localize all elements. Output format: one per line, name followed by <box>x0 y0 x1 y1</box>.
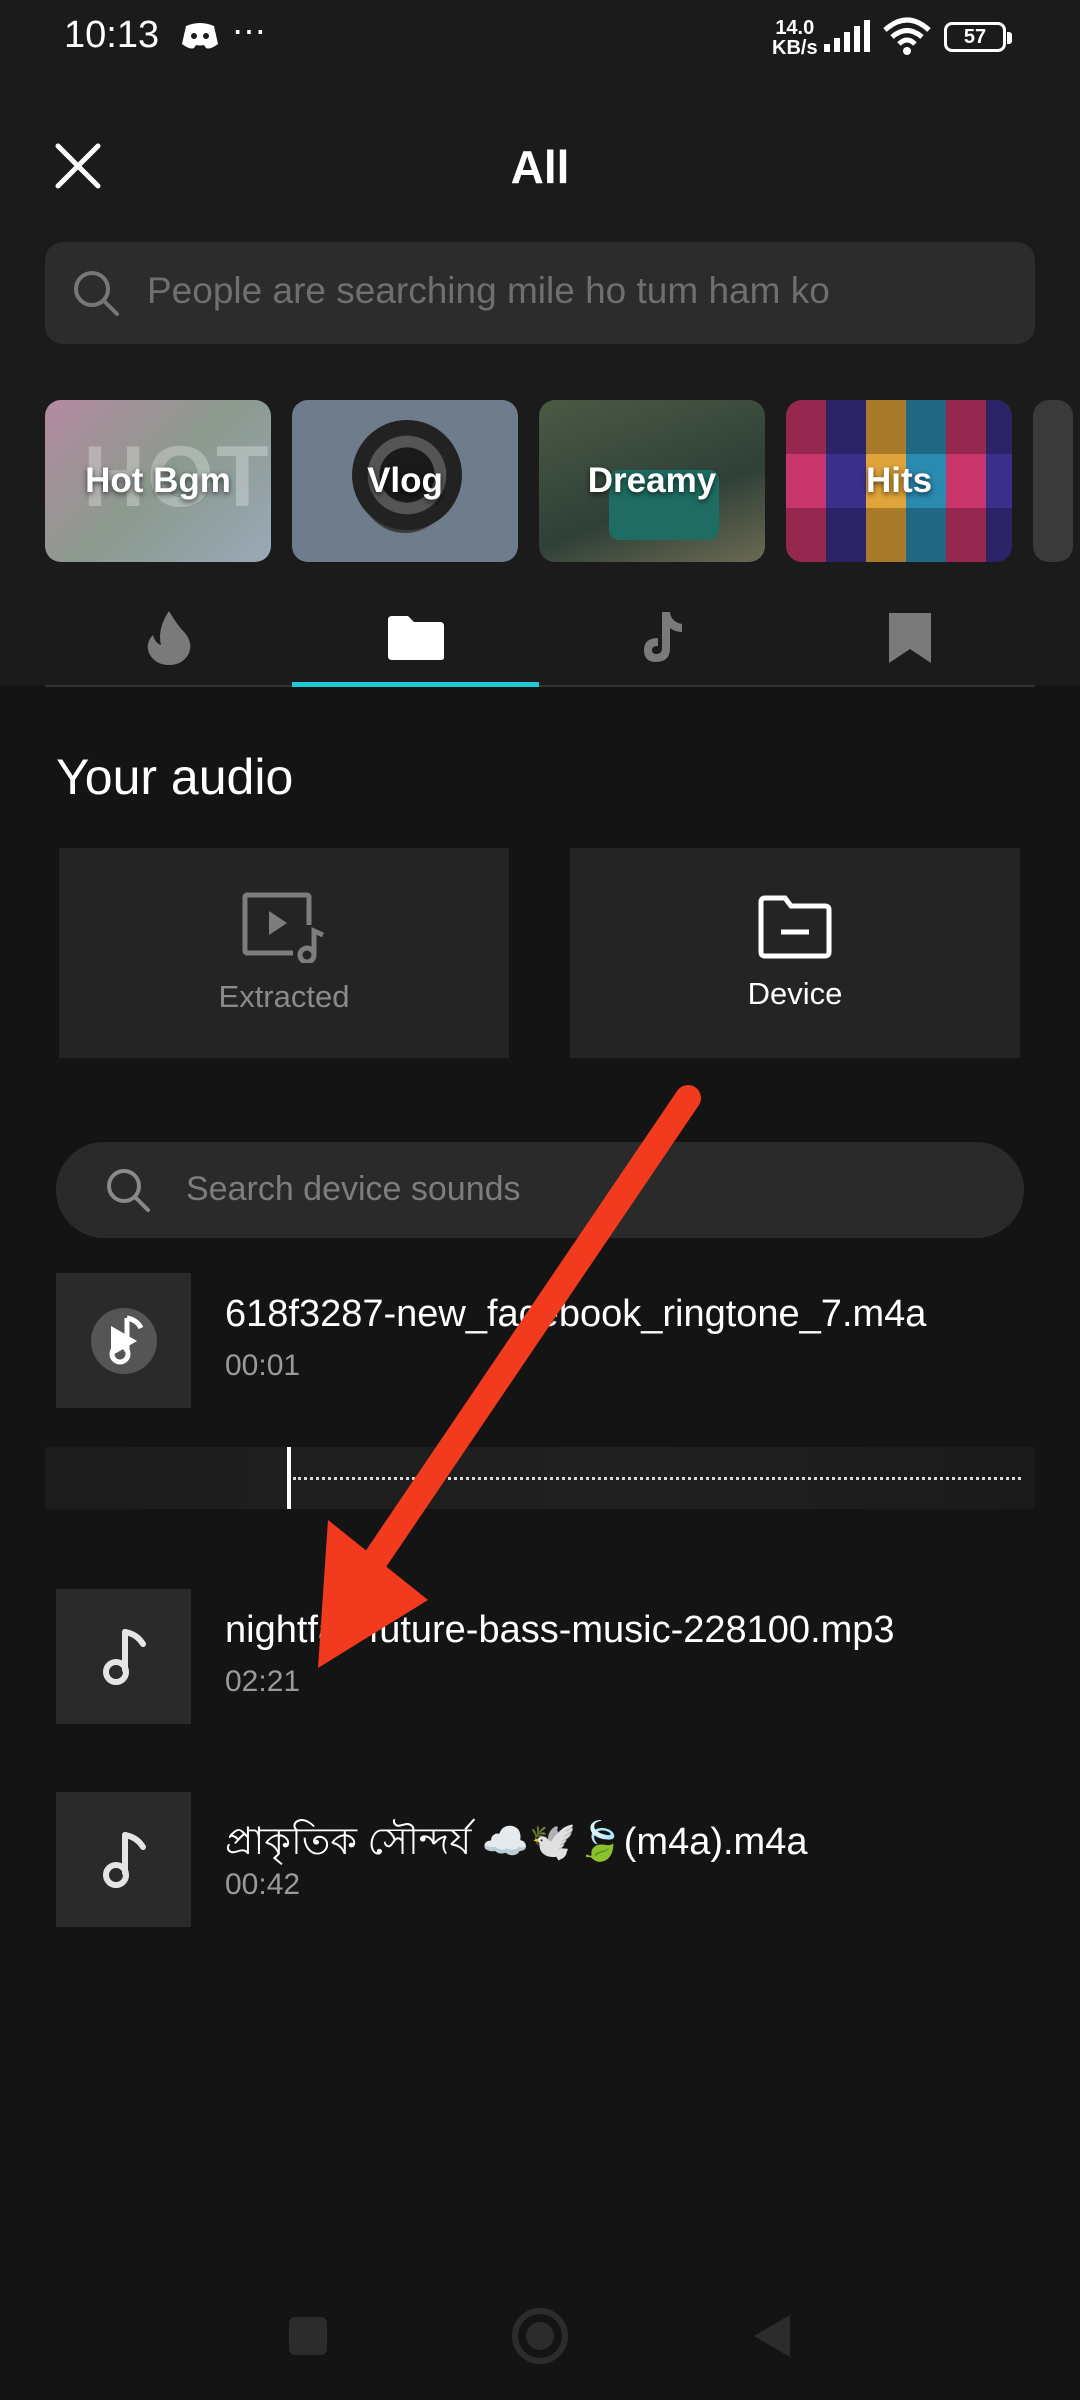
network-speed-unit: KB/s <box>772 37 818 59</box>
track-duration: 00:01 <box>225 1349 301 1382</box>
tab-tiktok[interactable] <box>539 590 786 685</box>
flame-icon <box>147 610 190 665</box>
search-placeholder: People are searching mile ho tum ham ko <box>147 270 830 311</box>
track-thumbnail <box>56 1589 191 1724</box>
extracted-audio-icon <box>242 892 327 963</box>
track-thumbnail <box>56 1273 191 1408</box>
back-button[interactable] <box>742 2306 802 2366</box>
tiktok-icon <box>643 611 682 662</box>
status-time: 10:13 <box>64 14 160 56</box>
extracted-label: Extracted <box>218 979 350 1014</box>
category-label: Hot Bgm <box>85 461 231 500</box>
category-label: Vlog <box>367 461 443 500</box>
playhead[interactable] <box>287 1447 291 1509</box>
system-navigation-bar <box>0 2270 1080 2400</box>
back-triangle-icon <box>754 2315 790 2357</box>
track-item[interactable]: প্রাকৃতিক সৌন্দর্য ☁️🕊️🍃(m4a).m4a 00:42 <box>56 1792 1024 1928</box>
device-button[interactable]: Device <box>570 848 1020 1058</box>
category-card-partial[interactable] <box>1033 400 1073 562</box>
music-note-icon <box>102 1628 146 1685</box>
folder-icon <box>387 615 444 660</box>
recents-button[interactable] <box>278 2306 338 2366</box>
category-card-hot-bgm[interactable]: Hot Bgm <box>45 400 271 562</box>
category-label: Dreamy <box>587 461 717 500</box>
extracted-button[interactable]: Extracted <box>59 848 509 1058</box>
tab-folder[interactable] <box>292 590 539 687</box>
battery-indicator: 57 <box>944 22 1012 52</box>
status-bar: 10:13 ⋯ 14.0 KB/s 57 <box>0 0 1080 100</box>
category-card-dreamy[interactable]: Dreamy <box>539 400 765 562</box>
bookmark-icon <box>888 612 931 663</box>
tab-saved[interactable] <box>786 590 1033 685</box>
category-carousel[interactable]: Hot Bgm Vlog Dreamy Hits <box>45 400 1080 562</box>
home-button[interactable] <box>510 2306 570 2366</box>
music-search-input[interactable]: People are searching mile ho tum ham ko <box>45 242 1035 344</box>
tab-trending[interactable] <box>45 590 292 685</box>
play-music-icon <box>90 1307 157 1374</box>
track-duration: 02:21 <box>225 1665 301 1698</box>
audio-waveform-scrubber[interactable] <box>45 1447 1035 1509</box>
device-folder-icon <box>758 895 832 959</box>
track-name: 618f3287-new_facebook_ringtone_7.m4a <box>225 1293 927 1335</box>
track-item[interactable]: 618f3287-new_facebook_ringtone_7.m4a 00:… <box>56 1273 1024 1409</box>
network-speed-value: 14.0 <box>775 17 815 39</box>
search-placeholder: Search device sounds <box>186 1170 521 1208</box>
track-item[interactable]: nightfall-future-bass-music-228100.mp3 0… <box>56 1589 1024 1725</box>
square-icon <box>289 2317 327 2355</box>
track-name: nightfall-future-bass-music-228100.mp3 <box>225 1609 895 1651</box>
device-sounds-search-input[interactable]: Search device sounds <box>56 1142 1024 1238</box>
section-title-your-audio: Your audio <box>56 749 294 805</box>
home-circle-icon <box>512 2308 568 2364</box>
track-name: প্রাকৃতিক সৌন্দর্য ☁️🕊️🍃(m4a).m4a <box>225 1821 808 1863</box>
page-title: All <box>510 141 570 193</box>
tab-bar <box>45 590 1035 687</box>
signal-icon <box>824 20 870 52</box>
more-notifications-icon: ⋯ <box>232 13 268 51</box>
search-icon <box>107 1169 150 1212</box>
category-card-hits[interactable]: Hits <box>786 400 1012 562</box>
device-label: Device <box>747 976 843 1011</box>
waveform-line <box>293 1477 1021 1480</box>
track-duration: 00:42 <box>225 1868 301 1901</box>
track-thumbnail <box>56 1792 191 1927</box>
wifi-icon <box>883 17 931 55</box>
category-card-vlog[interactable]: Vlog <box>292 400 518 562</box>
network-speed: 14.0 KB/s <box>772 18 818 58</box>
music-note-icon <box>102 1831 146 1888</box>
category-label: Hits <box>865 461 933 500</box>
discord-icon <box>182 23 218 49</box>
search-icon <box>74 271 119 316</box>
